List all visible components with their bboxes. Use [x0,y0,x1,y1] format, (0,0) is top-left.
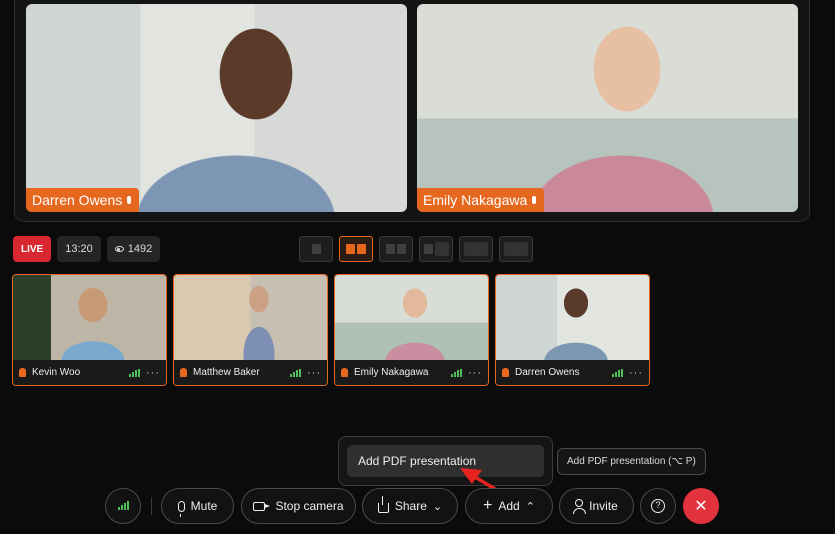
invite-button[interactable]: Invite [559,488,634,524]
person-icon [19,368,26,377]
more-options-icon[interactable]: ··· [307,367,321,379]
share-button[interactable]: Share ⌄ [362,488,458,524]
layout-single-button[interactable] [299,236,333,262]
microphone-icon [177,500,185,517]
focus-icon [464,242,488,256]
layout-focus-button[interactable] [459,236,493,262]
participant-video-darren[interactable]: Darren Owens [26,4,407,212]
person-icon [311,244,321,254]
status-bar: LIVE 13:20 1492 [13,236,161,262]
share-icon [377,495,389,513]
chevron-down-icon: ⌄ [432,500,443,513]
participant-name: Emily Nakagawa [423,192,528,208]
add-user-icon [573,499,587,514]
participant-name: Darren Owens [515,367,580,378]
participant-video [13,275,166,361]
chevron-up-icon: ⌃ [525,500,535,513]
layout-side-by-side-button[interactable] [339,236,373,262]
end-call-button[interactable]: ✕ [683,488,719,524]
add-button[interactable]: + Add ⌃ [465,488,553,524]
invite-label: Invite [589,499,618,513]
duration-badge: 13:20 [57,236,101,262]
help-icon: ? [651,499,665,513]
signal-icon [117,501,129,510]
add-label: Add [498,499,520,513]
participant-video [496,275,649,361]
thumbnail-bar: Matthew Baker ··· [174,360,327,385]
more-options-icon[interactable]: ··· [468,367,482,379]
participant-name-tag: Emily Nakagawa [417,188,545,212]
layout-stack-button[interactable] [419,236,453,262]
meeting-controls: Mute Stop camera Share ⌄ + Add ⌃ Invite … [0,488,835,524]
mic-icon [127,196,132,204]
participant-video [174,275,327,361]
layout-blank-button[interactable] [499,236,533,262]
camera-icon [253,501,271,511]
blank-icon [504,242,528,256]
participant-thumbnail[interactable]: Darren Owens ··· [495,274,650,386]
person-icon [357,244,366,254]
grid-icon [397,244,406,254]
network-quality-button[interactable] [105,488,141,524]
duration-text: 13:20 [65,243,93,255]
help-button[interactable]: ? [640,488,676,524]
participant-name: Emily Nakagawa [354,367,429,378]
thumbnail-bar: Darren Owens ··· [496,360,649,385]
signal-icon [290,368,301,377]
person-icon [341,368,348,377]
participant-name: Matthew Baker [193,367,260,378]
signal-icon [129,368,140,377]
grid-icon [386,244,395,254]
divider [151,497,152,515]
stage-area: Darren Owens Emily Nakagawa [14,0,810,222]
stop-camera-label: Stop camera [275,499,344,513]
plus-icon: + [483,497,493,514]
live-badge: LIVE [13,236,52,262]
participant-thumbnail[interactable]: Matthew Baker ··· [173,274,328,386]
signal-icon [612,368,623,377]
participant-video-emily[interactable]: Emily Nakagawa [417,4,798,212]
participant-name: Darren Owens [32,192,123,208]
participant-thumbnail[interactable]: Emily Nakagawa ··· [334,274,489,386]
add-pdf-presentation-item[interactable]: Add PDF presentation [347,445,544,477]
person-icon [180,368,187,377]
thumbnail-bar: Kevin Woo ··· [13,360,166,385]
shortcut-tooltip: Add PDF presentation (⌥ P) [557,448,706,475]
person-icon [346,244,355,254]
thumbnail-bar: Emily Nakagawa ··· [335,360,488,385]
add-menu-popup: Add PDF presentation [338,436,553,486]
eye-icon [114,246,124,252]
layout-grid-button[interactable] [379,236,413,262]
mute-button[interactable]: Mute [161,488,234,524]
more-options-icon[interactable]: ··· [629,367,643,379]
signal-icon [451,368,462,377]
participant-name-tag: Darren Owens [26,188,140,212]
layout-switcher [299,236,533,262]
more-options-icon[interactable]: ··· [146,367,160,379]
participant-video [335,275,488,361]
mic-icon [532,196,537,204]
mute-label: Mute [190,499,218,513]
person-icon [502,368,509,377]
viewer-count: 1492 [127,243,153,255]
share-label: Share [394,499,427,513]
viewer-count-badge: 1492 [106,236,161,262]
participant-name: Kevin Woo [32,367,81,378]
stack-icon [434,242,449,256]
stop-camera-button[interactable]: Stop camera [241,488,356,524]
participant-thumbnail[interactable]: Kevin Woo ··· [12,274,167,386]
close-icon: ✕ [694,498,708,515]
stack-icon [423,244,433,254]
